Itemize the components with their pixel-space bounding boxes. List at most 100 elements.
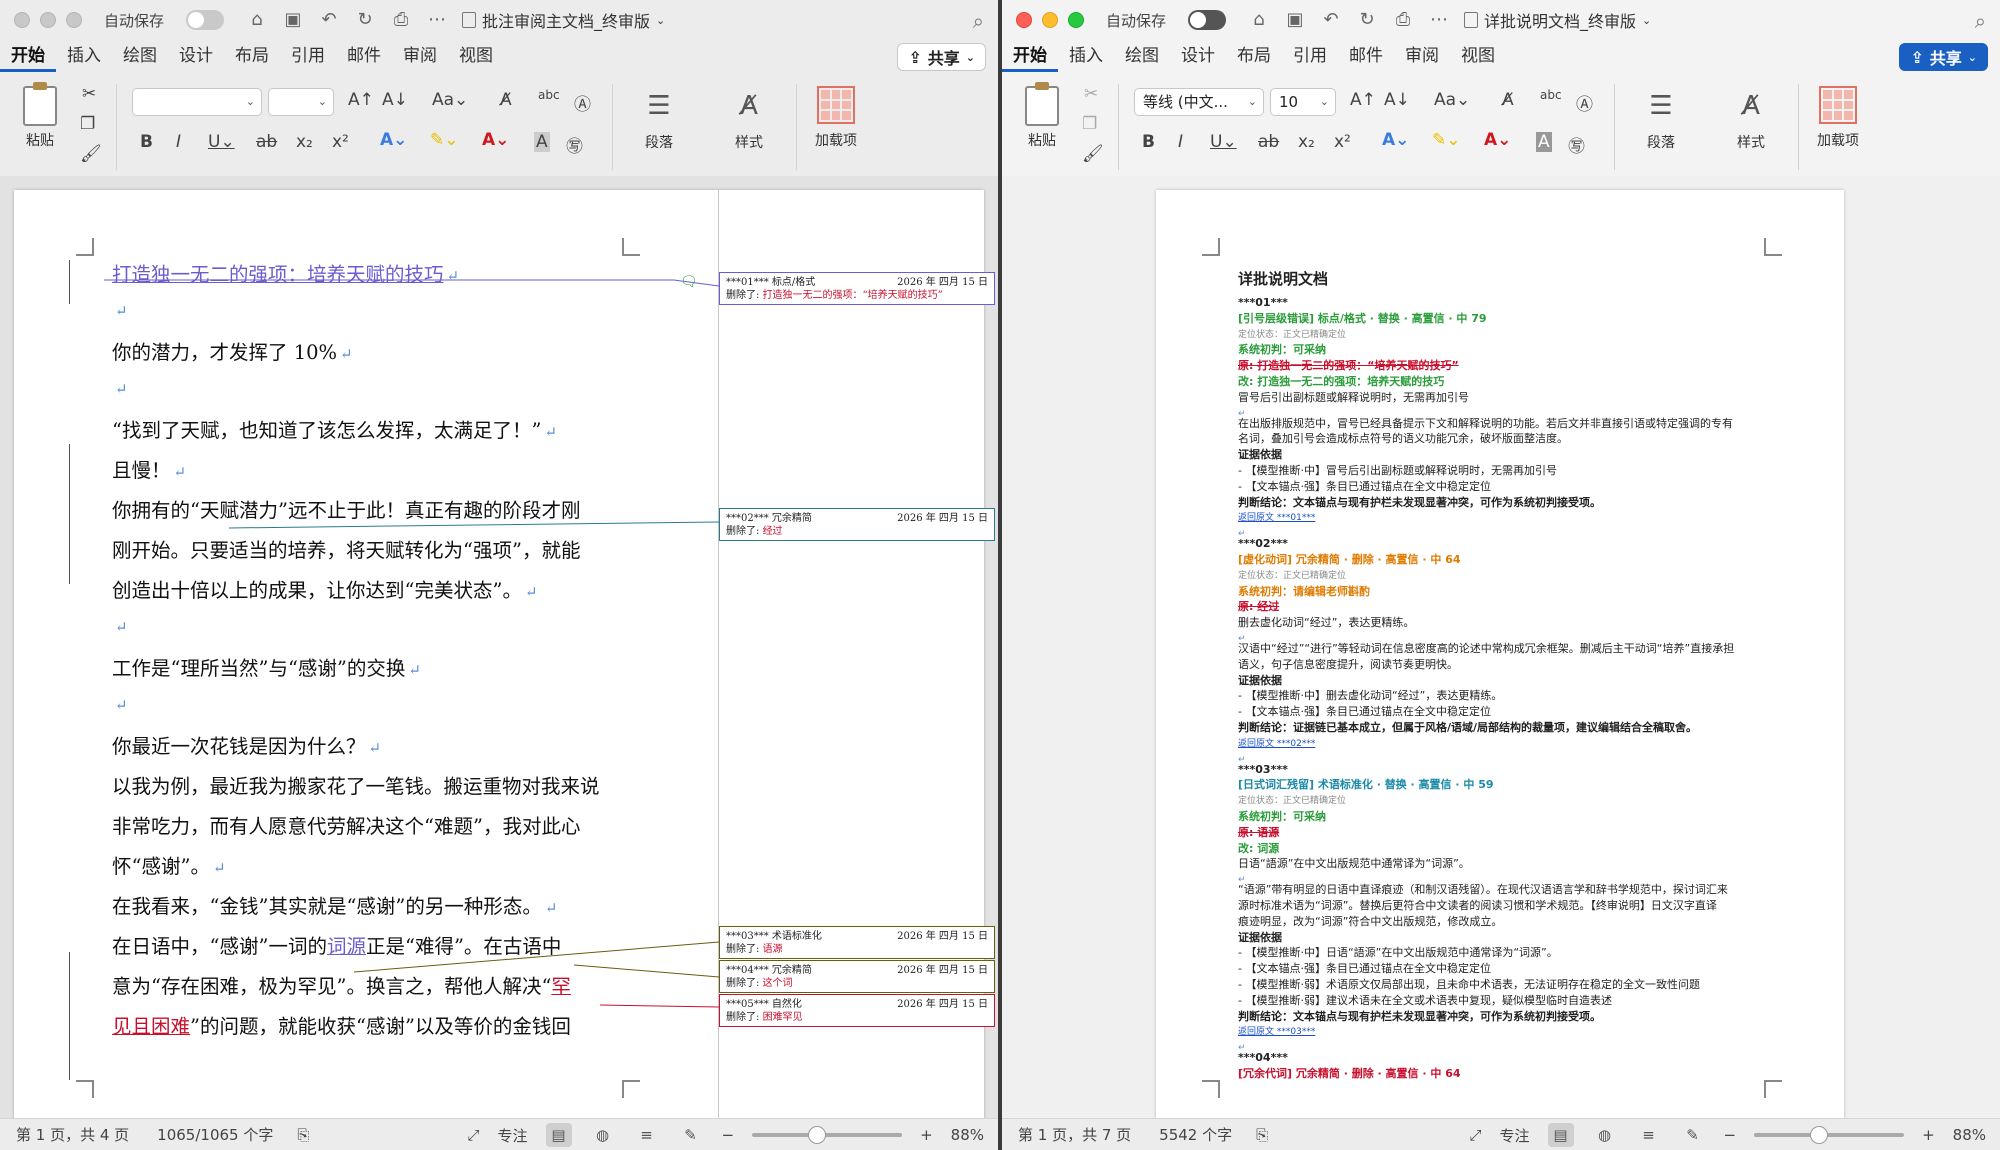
doc-paragraph[interactable]: 意为“存在困难，极为罕见”。换言之，帮他人解决“罕 (112, 970, 571, 999)
zoom-in-button[interactable]: + (1922, 1126, 1935, 1144)
tab-mailings[interactable]: 邮件 (1338, 40, 1394, 72)
zoom-window-button[interactable] (1068, 12, 1084, 28)
doc-paragraph[interactable]: ↵ (112, 376, 128, 399)
word-count[interactable]: 5542 个字 (1159, 1124, 1232, 1145)
outline-icon[interactable]: ≡ (634, 1123, 660, 1147)
tab-review[interactable]: 审阅 (392, 40, 448, 72)
zoom-out-button[interactable]: − (722, 1126, 735, 1144)
comment-balloon[interactable]: ***04*** 冗余精简 2026 年 四月 15 日删除了: 这个词 (719, 960, 995, 993)
zoom-slider-knob[interactable] (808, 1126, 827, 1144)
shrink-font-icon[interactable]: A↓ (382, 90, 408, 110)
tab-mailings[interactable]: 邮件 (336, 40, 392, 72)
tab-insert[interactable]: 插入 (1058, 40, 1114, 72)
italic-icon[interactable]: I (1178, 132, 1183, 152)
minimize-window-button[interactable] (1042, 12, 1058, 28)
bold-icon[interactable]: B (140, 132, 153, 152)
paste-button[interactable]: 粘贴 (16, 82, 64, 150)
tab-layout[interactable]: 布局 (1226, 40, 1282, 72)
format-painter-icon[interactable]: 🖌 (1082, 144, 1104, 164)
paragraph-button[interactable]: ☰ 段落 (1628, 86, 1694, 152)
page-count[interactable]: 第 1 页，共 4 页 (16, 1124, 129, 1145)
tab-draw[interactable]: 绘图 (1114, 40, 1170, 72)
phonetic-guide-icon[interactable]: abc (538, 88, 560, 102)
font-color-icon[interactable]: A⌄ (1484, 130, 1511, 150)
doc-paragraph[interactable]: 工作是“理所当然”与“感谢”的交换 ↵ (112, 652, 421, 681)
doc-paragraph[interactable]: 且慢！ ↵ (112, 454, 186, 483)
doc-paragraph[interactable]: 以我为例，最近我为搬家花了一笔钱。搬运重物对我来说 (112, 770, 600, 799)
proofing-icon[interactable]: ⎘ (1256, 1126, 1268, 1144)
change-case-icon[interactable]: Aa⌄ (432, 90, 468, 110)
cut-icon[interactable]: ✂ (82, 84, 96, 104)
addins-button[interactable]: 加载项 (1808, 86, 1868, 150)
doc-paragraph[interactable]: 你最近一次花钱是因为什么？ ↵ (112, 730, 381, 759)
redo-icon[interactable]: ↻ (1356, 9, 1378, 31)
tab-design[interactable]: 设计 (168, 40, 224, 72)
document-title[interactable]: 批注审阅主文档_终审版 ⌄ (462, 8, 665, 32)
search-icon[interactable]: ⌕ (1975, 9, 1986, 33)
page-count[interactable]: 第 1 页，共 7 页 (1018, 1124, 1131, 1145)
grow-font-icon[interactable]: A↑ (348, 90, 374, 110)
outline-icon[interactable]: ≡ (1636, 1123, 1662, 1147)
clear-formatting-icon[interactable]: A̸ (500, 90, 512, 110)
grow-font-icon[interactable]: A↑ (1350, 90, 1376, 110)
zoom-level[interactable]: 88% (1953, 1126, 1986, 1144)
zoom-slider[interactable] (1754, 1126, 1905, 1144)
format-painter-icon[interactable]: 🖌 (80, 144, 102, 164)
font-size-combo[interactable]: ⌄ (268, 88, 334, 116)
highlight-icon[interactable]: ✎⌄ (1432, 130, 1461, 150)
tab-view[interactable]: 视图 (448, 40, 504, 72)
strikethrough-icon[interactable]: ab (1258, 132, 1279, 152)
print-icon[interactable]: ⎙ (390, 9, 412, 31)
focus-label[interactable]: 专注 (497, 1125, 527, 1146)
tab-home[interactable]: 开始 (1002, 40, 1058, 72)
tab-home[interactable]: 开始 (0, 40, 56, 72)
home-icon[interactable]: ⌂ (1248, 9, 1270, 31)
focus-icon[interactable]: ⤢ (467, 1126, 479, 1144)
comment-balloon[interactable]: ***05*** 自然化 2026 年 四月 15 日删除了: 困难罕见 (719, 994, 995, 1027)
tab-draw[interactable]: 绘图 (112, 40, 168, 72)
enclose-characters-icon[interactable]: ㊢ (566, 132, 583, 157)
home-icon[interactable]: ⌂ (246, 9, 268, 31)
doc-paragraph[interactable]: 在我看来，“金钱”其实就是“感谢”的另一种形态。 ↵ (112, 890, 557, 919)
enclose-characters-icon[interactable]: ㊢ (1568, 132, 1585, 157)
comment-balloon[interactable]: ***01*** 标点/格式 2026 年 四月 15 日删除了: 打造独一无二的… (719, 272, 995, 305)
close-window-button[interactable] (1016, 12, 1032, 28)
tab-design[interactable]: 设计 (1170, 40, 1226, 72)
text-effects-icon[interactable]: A⌄ (1382, 130, 1409, 150)
character-shading-icon[interactable]: A (534, 132, 550, 152)
doc-title[interactable]: 详批说明文档 (1238, 272, 1328, 287)
more-icon[interactable]: ⋯ (426, 9, 448, 31)
shrink-font-icon[interactable]: A↓ (1384, 90, 1410, 110)
styles-button[interactable]: A̸ 样式 (714, 86, 784, 152)
tab-review[interactable]: 审阅 (1394, 40, 1450, 72)
doc-paragraph[interactable]: 创造出十倍以上的成果，让你达到“完美状态”。 ↵ (112, 574, 538, 603)
strikethrough-icon[interactable]: ab (256, 132, 277, 152)
word-count[interactable]: 1065/1065 个字 (157, 1124, 273, 1145)
underline-icon[interactable]: U⌄ (1210, 132, 1237, 152)
focus-label[interactable]: 专注 (1499, 1125, 1529, 1146)
tab-insert[interactable]: 插入 (56, 40, 112, 72)
explanation-line[interactable]: 返回原文 ***01*** (1238, 511, 1315, 525)
addins-button[interactable]: 加载项 (806, 86, 866, 150)
superscript-icon[interactable]: x² (1334, 132, 1351, 152)
subscript-icon[interactable]: x₂ (1298, 132, 1315, 152)
character-border-icon[interactable]: Ⓐ (1576, 90, 1593, 115)
tab-layout[interactable]: 布局 (224, 40, 280, 72)
undo-icon[interactable]: ↶ (1320, 9, 1342, 31)
share-button[interactable]: ⇪ 共享 ⌄ (1899, 43, 1988, 71)
underline-icon[interactable]: U⌄ (208, 132, 235, 152)
more-icon[interactable]: ⋯ (1428, 9, 1450, 31)
share-button[interactable]: ⇪ 共享 ⌄ (897, 43, 986, 71)
character-border-icon[interactable]: Ⓐ (574, 90, 591, 115)
doc-paragraph[interactable]: “找到了天赋，也知道了该怎么发挥，太满足了！” ↵ (112, 414, 557, 443)
clear-formatting-icon[interactable]: A̸ (1502, 90, 1514, 110)
comment-icon[interactable]: 🗨 (680, 274, 698, 290)
font-name-combo[interactable]: 等线 (中文... ⌄ (1134, 88, 1264, 116)
paragraph-button[interactable]: ☰ 段落 (626, 86, 692, 152)
document-title[interactable]: 详批说明文档_终审版 ⌄ (1464, 8, 1651, 32)
zoom-slider-knob[interactable] (1810, 1126, 1829, 1144)
comment-balloon[interactable]: ***02*** 冗余精简 2026 年 四月 15 日删除了: 经过 (719, 508, 995, 541)
draft-icon[interactable]: ✎ (1680, 1123, 1706, 1147)
doc-paragraph[interactable]: ↵ (112, 614, 128, 637)
font-size-combo[interactable]: 10 ⌄ (1270, 88, 1336, 116)
